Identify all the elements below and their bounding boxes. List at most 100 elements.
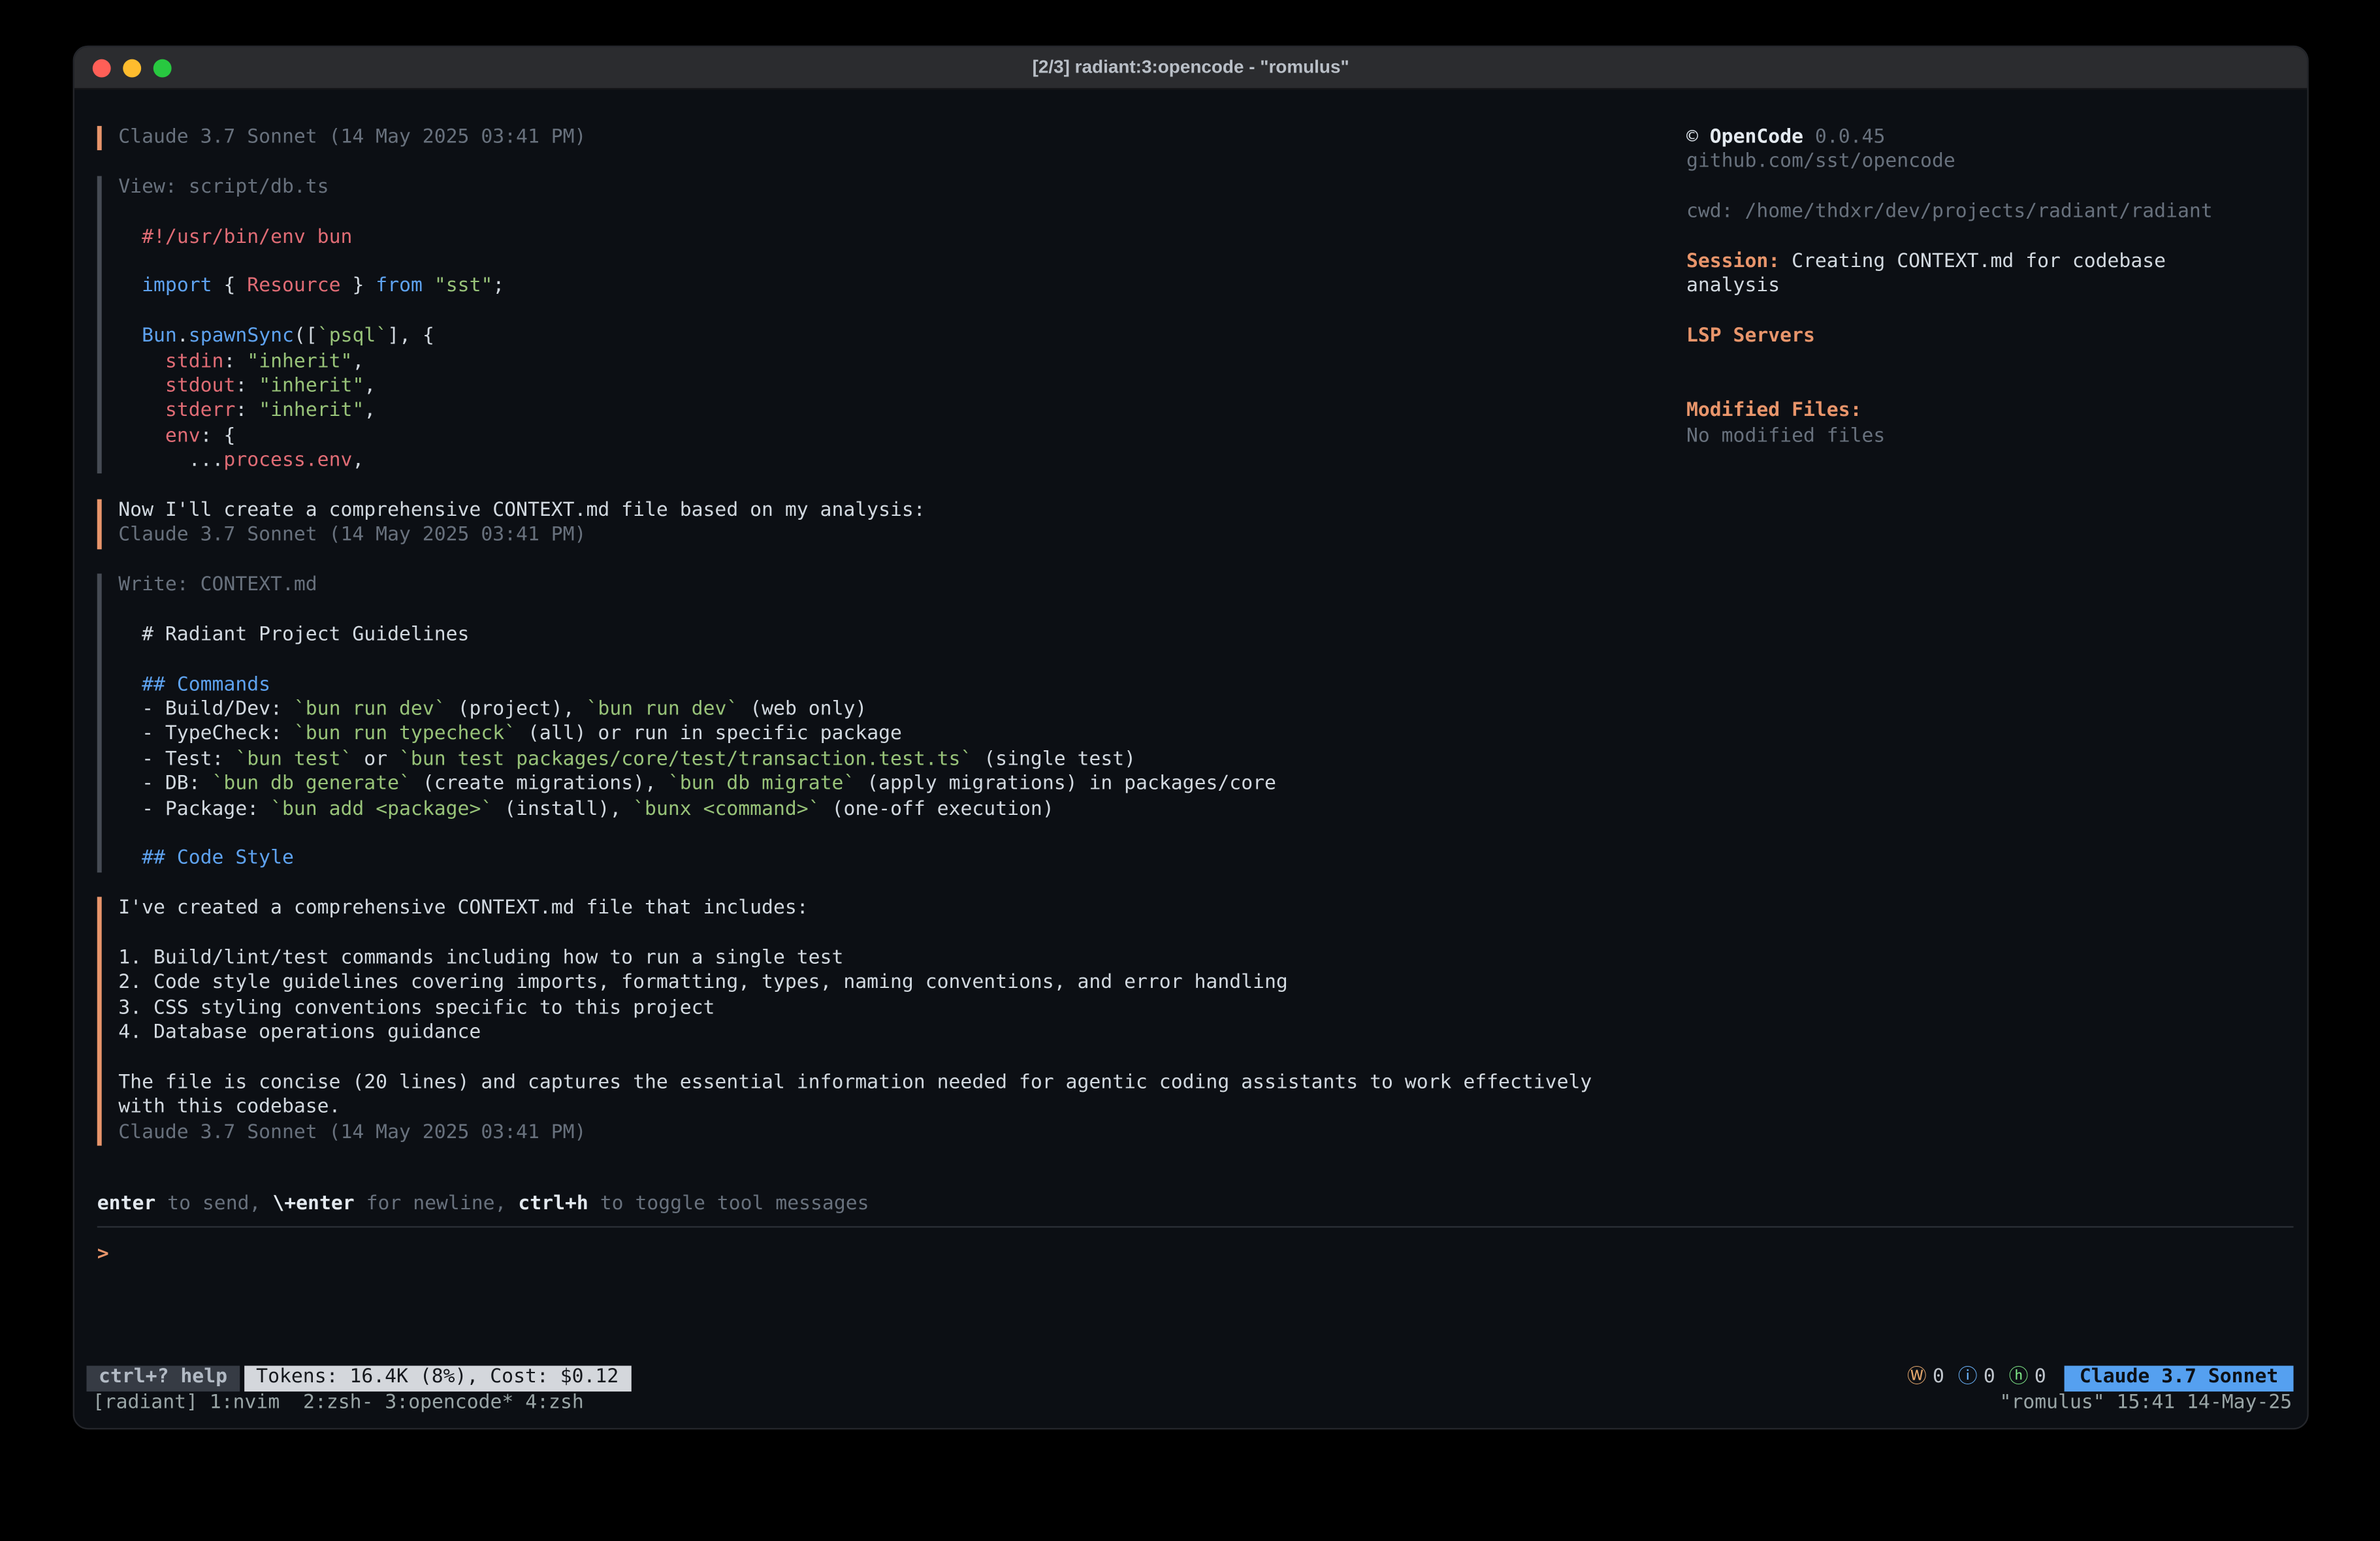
- text-segment: [118, 275, 142, 298]
- text-segment: ([: [294, 325, 317, 348]
- text-line: [118, 648, 1630, 673]
- text-segment: (create migrations),: [411, 772, 668, 795]
- text-segment: [118, 350, 165, 373]
- composer-input[interactable]: >: [97, 1228, 2294, 1357]
- tool-output-write-context: Write: CONTEXT.md # Radiant Project Guid…: [97, 574, 1630, 872]
- text-segment: [118, 673, 142, 696]
- tool-output-view-db: View: script/db.ts #!/usr/bin/env bun im…: [97, 176, 1630, 474]
- diagnostic-info: ⓘ 0: [1958, 1366, 1995, 1391]
- text-line: 3. CSS styling conventions specific to t…: [118, 996, 1630, 1021]
- help-key-badge[interactable]: ctrl+? help: [86, 1366, 239, 1392]
- text-segment: No modified files: [1686, 424, 1885, 447]
- text-segment: ctrl+h: [518, 1193, 588, 1216]
- text-segment: stdout: [165, 375, 235, 398]
- text-line: [1686, 225, 2303, 250]
- text-segment: `bun add <package>`: [270, 797, 492, 820]
- text-segment: analysis: [1686, 275, 1780, 298]
- text-segment: [118, 375, 165, 398]
- text-line: LSP Servers: [1686, 325, 2303, 350]
- text-segment: - Build/Dev:: [118, 698, 294, 721]
- text-segment: View: script/db.ts: [118, 176, 329, 199]
- text-line: ...process.env,: [118, 449, 1630, 474]
- model-badge[interactable]: Claude 3.7 Sonnet: [2065, 1366, 2294, 1392]
- diagnostic-warnings: Ⓦ 0: [1907, 1366, 1944, 1391]
- window-titlebar[interactable]: [2/3] radiant:3:opencode - "romulus": [74, 47, 2308, 89]
- text-segment: Creating CONTEXT.md for codebase: [1780, 250, 2166, 273]
- text-line: Session: Creating CONTEXT.md for codebas…: [1686, 250, 2303, 275]
- text-segment: ,: [352, 350, 364, 373]
- text-line: No modified files: [1686, 424, 2303, 449]
- text-segment: ,: [364, 400, 376, 422]
- text-segment: :: [235, 400, 259, 422]
- text-line: import { Resource } from "sst";: [118, 275, 1630, 300]
- text-segment: 3. CSS styling conventions specific to t…: [118, 996, 715, 1019]
- minimize-button[interactable]: [123, 58, 141, 76]
- text-segment: Claude 3.7 Sonnet (14 May 2025 03:41 PM): [118, 1121, 586, 1144]
- text-segment: - Test:: [118, 748, 235, 770]
- info-icon: ⓘ: [1958, 1366, 1978, 1391]
- text-line: Modified Files:: [1686, 400, 2303, 424]
- tmux-windows-list[interactable]: [radiant] 1:nvim 2:zsh- 3:opencode* 4:zs…: [93, 1391, 584, 1416]
- text-line: # Radiant Project Guidelines: [118, 624, 1630, 648]
- text-segment: "inherit": [259, 400, 364, 422]
- text-segment: env: [165, 424, 201, 447]
- text-segment: to send,: [155, 1193, 272, 1216]
- text-segment: OpenCode: [1710, 126, 1815, 149]
- text-segment: enter: [97, 1193, 156, 1216]
- text-line: Now I'll create a comprehensive CONTEXT.…: [118, 499, 1630, 524]
- text-segment: github.com/sst/opencode: [1686, 151, 1955, 174]
- text-segment: ], {: [387, 325, 434, 348]
- text-segment: Now I'll create a comprehensive CONTEXT.…: [118, 499, 925, 522]
- text-segment: :: [223, 350, 247, 373]
- text-segment: The file is concise (20 lines) and captu…: [118, 1071, 1592, 1094]
- assistant-message-summary: I've created a comprehensive CONTEXT.md …: [97, 897, 1630, 1146]
- info-count: 0: [1984, 1366, 1995, 1391]
- info-sidebar: © OpenCode 0.0.45github.com/sst/opencode…: [1686, 126, 2303, 449]
- warning-icon: Ⓦ: [1907, 1366, 1927, 1391]
- text-line: - DB: `bun db generate` (create migratio…: [118, 772, 1630, 797]
- text-line: cwd: /home/thdxr/dev/projects/radiant/ra…: [1686, 200, 2303, 225]
- text-segment: (install),: [492, 797, 633, 820]
- text-line: Bun.spawnSync([`psql`], {: [118, 325, 1630, 350]
- text-segment: - TypeCheck:: [118, 723, 294, 746]
- text-segment: Modified Files:: [1686, 400, 1862, 422]
- screen: [2/3] radiant:3:opencode - "romulus" Cla…: [0, 0, 2380, 1540]
- diagnostics: Ⓦ 0 ⓘ 0 ⓗ 0: [1907, 1366, 2046, 1391]
- text-segment: ## Commands: [142, 673, 270, 696]
- traffic-lights: [93, 47, 172, 88]
- text-line: 4. Database operations guidance: [118, 1021, 1630, 1046]
- text-segment: ©: [1686, 126, 1710, 149]
- text-line: 1. Build/lint/test commands including ho…: [118, 947, 1630, 972]
- text-line: [118, 822, 1630, 847]
- zoom-button[interactable]: [153, 58, 172, 76]
- text-segment: (all) or run in specific package: [516, 723, 902, 746]
- text-segment: Write: CONTEXT.md: [118, 574, 317, 597]
- tmux-status-bar: [radiant] 1:nvim 2:zsh- 3:opencode* 4:zs…: [93, 1391, 2292, 1416]
- text-segment: - DB:: [118, 772, 212, 795]
- text-line: The file is concise (20 lines) and captu…: [118, 1071, 1630, 1096]
- text-segment: \+enter: [272, 1193, 354, 1216]
- text-segment: Session:: [1686, 250, 1780, 273]
- text-segment: Resource: [247, 275, 340, 298]
- text-line: with this codebase.: [118, 1096, 1630, 1120]
- text-line: - Package: `bun add <package>` (install)…: [118, 797, 1630, 822]
- text-line: Write: CONTEXT.md: [118, 574, 1630, 599]
- close-button[interactable]: [93, 58, 111, 76]
- status-left: ctrl+? help Tokens: 16.4K (8%), Cost: $0…: [86, 1366, 630, 1392]
- text-segment: (one-off execution): [820, 797, 1054, 820]
- text-segment: 1. Build/lint/test commands including ho…: [118, 947, 843, 970]
- text-segment: [118, 225, 142, 248]
- text-segment: 2. Code style guidelines covering import…: [118, 972, 1288, 994]
- text-line: stdout: "inherit",: [118, 375, 1630, 400]
- hint-icon: ⓗ: [2009, 1366, 2029, 1391]
- prompt-chevron: >: [97, 1243, 109, 1267]
- text-line: analysis: [1686, 275, 2303, 300]
- warning-count: 0: [1933, 1366, 1944, 1391]
- text-line: [1686, 350, 2303, 375]
- text-line: [118, 200, 1630, 225]
- assistant-message-text: Now I'll create a comprehensive CONTEXT.…: [97, 499, 1630, 548]
- text-segment: `bunx <command>`: [633, 797, 820, 820]
- text-segment: Claude 3.7 Sonnet (14 May 2025 03:41 PM): [118, 524, 586, 547]
- text-segment: (apply migrations) in packages/core: [855, 772, 1276, 795]
- tmux-host-clock: "romulus" 15:41 14-May-25: [2000, 1391, 2292, 1416]
